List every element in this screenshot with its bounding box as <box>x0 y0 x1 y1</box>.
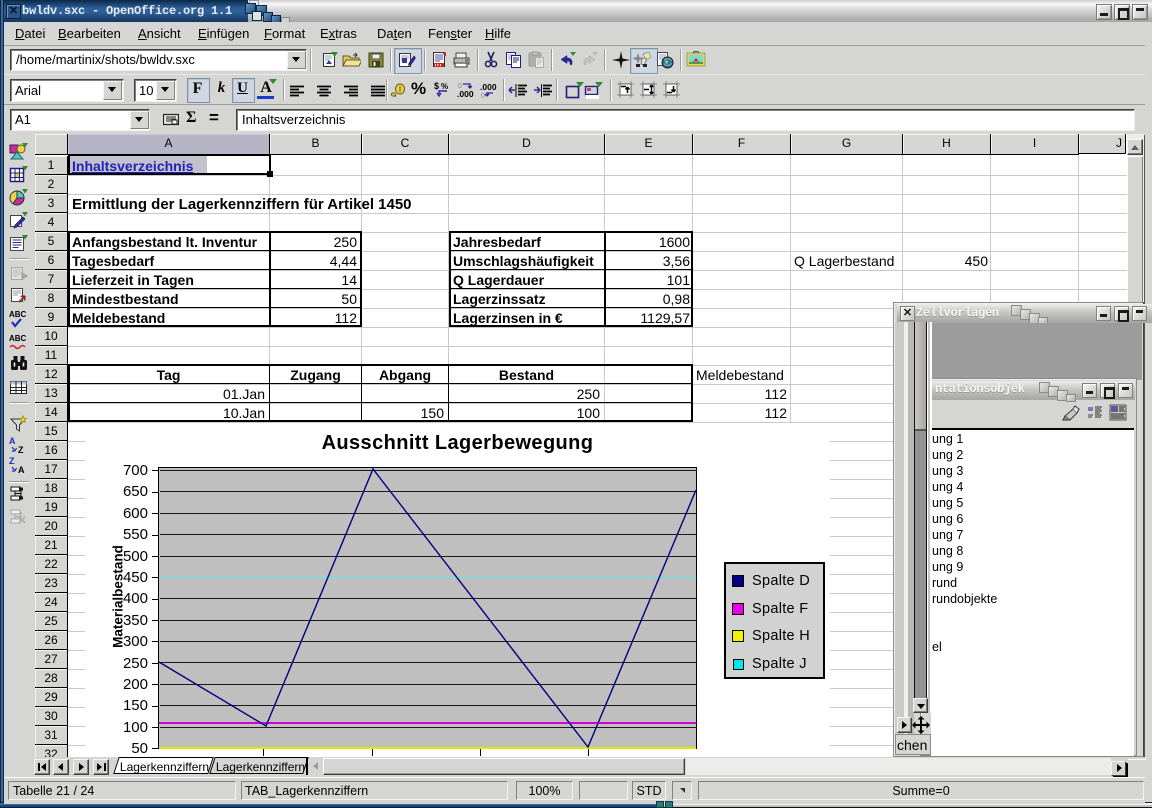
svg-text:0: 0 <box>481 93 485 100</box>
svg-text:%: % <box>441 82 448 91</box>
svg-text:Z: Z <box>9 456 15 466</box>
svg-text:.000: .000 <box>457 89 474 99</box>
svg-text:A: A <box>18 465 25 475</box>
svg-text:$: $ <box>434 81 439 91</box>
svg-text:.000: .000 <box>480 82 497 92</box>
svg-text:Z: Z <box>18 445 24 455</box>
svg-text:A: A <box>9 436 16 446</box>
svg-text:ABC: ABC <box>9 334 27 343</box>
svg-text:ABC: ABC <box>9 310 27 319</box>
svg-text:0: 0 <box>458 83 462 90</box>
